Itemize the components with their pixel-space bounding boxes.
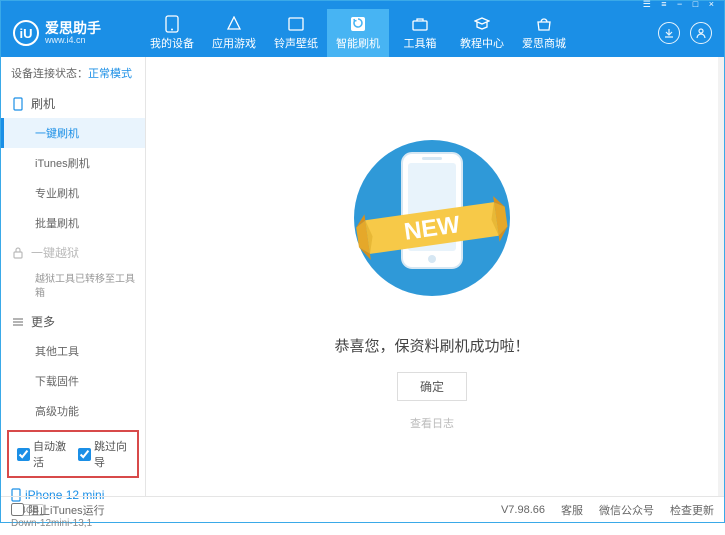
nav-ringtones[interactable]: 铃声壁纸 — [265, 9, 327, 57]
header-right — [658, 22, 724, 44]
brand: iU 爱思助手 www.i4.cn — [1, 20, 141, 46]
nav: 我的设备 应用游戏 铃声壁纸 智能刷机 工具箱 教程中心 — [141, 9, 658, 57]
scrollbar[interactable] — [718, 57, 724, 496]
apps-icon — [225, 15, 243, 33]
nav-label: 智能刷机 — [336, 35, 380, 51]
download-button[interactable] — [658, 22, 680, 44]
header: iU 爱思助手 www.i4.cn 我的设备 应用游戏 铃声壁纸 智能刷机 — [1, 9, 724, 57]
check-update-link[interactable]: 检查更新 — [670, 502, 714, 518]
sidebar-item-oneclick[interactable]: 一键刷机 — [1, 118, 145, 148]
body: 设备连接状态：正常模式 刷机 一键刷机 iTunes刷机 专业刷机 批量刷机 一… — [1, 57, 724, 496]
nav-toolbox[interactable]: 工具箱 — [389, 9, 451, 57]
user-button[interactable] — [690, 22, 712, 44]
block-itunes-checkbox[interactable]: 阻止iTunes运行 — [11, 502, 105, 518]
toolbox-icon — [411, 15, 429, 33]
sidebar-item-batch[interactable]: 批量刷机 — [1, 208, 145, 238]
jailbreak-note: 越狱工具已转移至工具箱 — [1, 267, 145, 307]
section-jailbreak: 一键越狱 — [1, 238, 145, 267]
checkbox-row: 自动激活 跳过向导 — [7, 430, 139, 478]
brand-title: 爱思助手 — [45, 21, 101, 35]
window-controls[interactable]: ☰ ≡ − □ × — [643, 0, 718, 10]
titlebar: ☰ ≡ − □ × — [1, 1, 724, 9]
flash-icon — [349, 15, 367, 33]
nav-store[interactable]: 爱思商城 — [513, 9, 575, 57]
sidebar-item-itunes[interactable]: iTunes刷机 — [1, 148, 145, 178]
nav-flash[interactable]: 智能刷机 — [327, 9, 389, 57]
brand-url: www.i4.cn — [45, 35, 101, 45]
nav-label: 爱思商城 — [522, 35, 566, 51]
section-more[interactable]: 更多 — [1, 307, 145, 336]
app-window: ☰ ≡ − □ × iU 爱思助手 www.i4.cn 我的设备 应用游戏 铃声… — [0, 0, 725, 523]
success-message: 恭喜您，保资料刷机成功啦！ — [334, 335, 529, 356]
service-link[interactable]: 客服 — [561, 502, 583, 518]
nav-label: 铃声壁纸 — [274, 35, 318, 51]
store-icon — [535, 15, 553, 33]
version-label: V7.98.66 — [501, 504, 545, 516]
nav-label: 工具箱 — [404, 35, 437, 51]
tutorial-icon — [473, 15, 491, 33]
lock-icon — [11, 246, 25, 260]
device-status: 设备连接状态：正常模式 — [1, 57, 145, 89]
more-icon — [11, 315, 25, 329]
section-flash[interactable]: 刷机 — [1, 89, 145, 118]
sidebar-item-pro[interactable]: 专业刷机 — [1, 178, 145, 208]
skip-guide-checkbox[interactable]: 跳过向导 — [78, 438, 129, 470]
nav-tutorials[interactable]: 教程中心 — [451, 9, 513, 57]
phone-small-icon — [11, 97, 25, 111]
sidebar-item-other[interactable]: 其他工具 — [1, 336, 145, 366]
wechat-link[interactable]: 微信公众号 — [599, 502, 654, 518]
sidebar: 设备连接状态：正常模式 刷机 一键刷机 iTunes刷机 专业刷机 批量刷机 一… — [1, 57, 146, 496]
ok-button[interactable]: 确定 — [397, 372, 467, 401]
auto-activate-checkbox[interactable]: 自动激活 — [17, 438, 68, 470]
sidebar-item-advanced[interactable]: 高级功能 — [1, 396, 145, 426]
nav-my-device[interactable]: 我的设备 — [141, 9, 203, 57]
phone-icon — [163, 15, 181, 33]
phone-illustration: NEW — [322, 133, 542, 313]
brand-logo: iU — [13, 20, 39, 46]
nav-label: 教程中心 — [460, 35, 504, 51]
view-log-link[interactable]: 查看日志 — [410, 415, 454, 431]
wallpaper-icon — [287, 15, 305, 33]
nav-label: 我的设备 — [150, 35, 194, 51]
footer: 阻止iTunes运行 V7.98.66 客服 微信公众号 检查更新 — [1, 496, 724, 522]
sidebar-item-firmware[interactable]: 下载固件 — [1, 366, 145, 396]
nav-label: 应用游戏 — [212, 35, 256, 51]
nav-apps[interactable]: 应用游戏 — [203, 9, 265, 57]
main-content: NEW 恭喜您，保资料刷机成功啦！ 确定 查看日志 — [146, 57, 718, 496]
